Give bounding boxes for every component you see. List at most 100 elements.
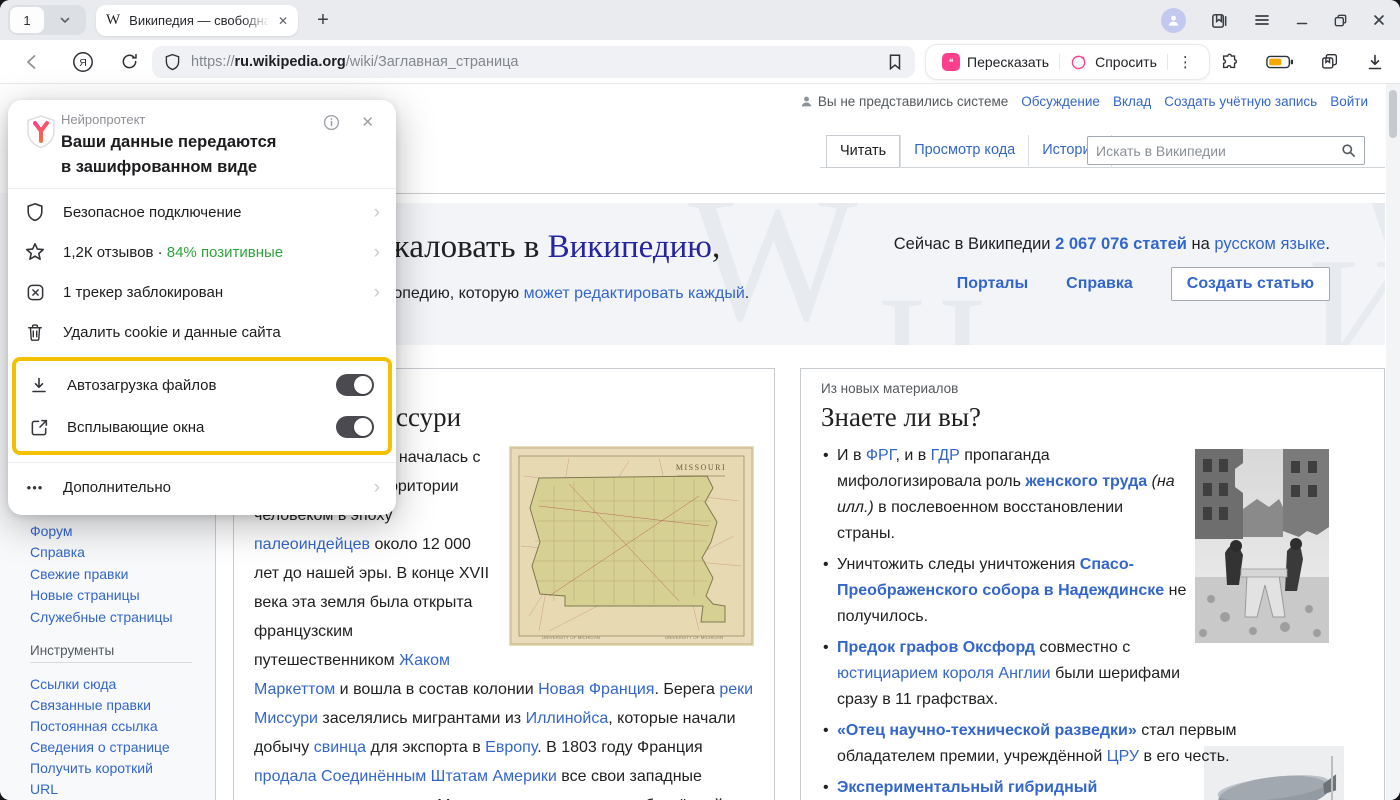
browser-window: 1 W Википедия — свободная энциклопедия ✕…	[0, 0, 1400, 800]
anyone-can-edit-link[interactable]: может редактировать каждый	[524, 285, 745, 302]
link-login[interactable]: Войти	[1330, 94, 1368, 109]
help-link[interactable]: Справка	[1066, 275, 1133, 293]
inline-link[interactable]: Европу	[485, 739, 537, 756]
tab-count-group[interactable]: 1	[8, 5, 86, 35]
inline-link[interactable]: Экспериментальный гибридный дирижабль	[837, 779, 1097, 800]
link-contributions[interactable]: Вклад	[1113, 94, 1151, 109]
sidebar-item-related-changes[interactable]: Связанные правки	[30, 695, 182, 716]
downloads-icon[interactable]	[1366, 53, 1384, 72]
sidebar-item-short-url[interactable]: Получить короткий URL	[30, 758, 182, 800]
sidebar-item-page-info[interactable]: Сведения о странице	[30, 737, 182, 758]
inline-link[interactable]: ФРГ	[866, 447, 896, 464]
maximize-button[interactable]	[1333, 13, 1348, 28]
tab-count-badge[interactable]: 1	[10, 7, 44, 33]
sidebar-item-permanent-link[interactable]: Постоянная ссылка	[30, 716, 182, 737]
bookmarks-panel-icon[interactable]	[1210, 11, 1229, 30]
inline-link[interactable]: свинца	[314, 739, 366, 756]
search-icon[interactable]	[1341, 143, 1356, 158]
link-create-account[interactable]: Создать учётную запись	[1164, 94, 1317, 109]
sidebar-nav: Форум Справка Свежие правки Новые страни…	[30, 521, 173, 628]
ai-more-icon[interactable]: ⋮	[1168, 53, 1203, 71]
inline-link[interactable]: Предок графов Оксфорд	[837, 639, 1035, 656]
delete-cookies-row[interactable]: Удалить cookie и данные сайта	[8, 312, 396, 352]
chevron-down-icon[interactable]	[44, 14, 86, 26]
reviews-row[interactable]: 1,2К отзывов · 84% позитивные ›	[8, 232, 396, 272]
sidebar-item-recent-changes[interactable]: Свежие правки	[30, 564, 173, 585]
profile-avatar[interactable]	[1161, 8, 1186, 33]
protect-shield-icon[interactable]	[164, 53, 181, 71]
inline-link[interactable]: женского труда	[1025, 473, 1147, 490]
inline-link[interactable]: продала Соединённым Штатам Америки	[254, 768, 557, 785]
inline-text: в послевоенном восстановлении страны.	[837, 499, 1123, 542]
did-you-know-box: Из новых материалов Знаете ли вы?	[800, 368, 1385, 800]
inline-link[interactable]: юстициарием короля Англии	[837, 665, 1051, 682]
chevron-right-icon: ›	[374, 283, 380, 302]
bookmark-flag-icon[interactable]	[887, 53, 903, 71]
auto-download-toggle[interactable]	[336, 374, 374, 396]
dyk-item: «Отец научно-технической разведки» стал …	[821, 718, 1257, 770]
inline-link[interactable]: «Отец научно-технической разведки»	[837, 722, 1137, 739]
tracker-blocked-row[interactable]: 1 трекер заблокирован ›	[8, 272, 396, 312]
page-scrollbar[interactable]	[1386, 84, 1400, 800]
tab-groups-icon[interactable]	[1320, 52, 1340, 72]
create-article-button[interactable]: Создать статью	[1171, 267, 1330, 301]
inline-link[interactable]: Иллинойса	[526, 710, 609, 727]
dyk-label: Из новых материалов	[821, 381, 1364, 396]
back-button[interactable]	[22, 52, 42, 72]
missouri-map-image[interactable]: MISSOURI UNIVERSITY OF MICHIGAN UNIVERSI…	[509, 446, 754, 646]
popups-toggle-row[interactable]: Всплывающие окна	[28, 406, 380, 448]
popup-divider	[8, 188, 396, 189]
menu-icon[interactable]	[1253, 11, 1271, 29]
address-bar[interactable]: https://ru.wikipedia.org/wiki/Заглавная_…	[152, 46, 915, 78]
retell-button[interactable]: ❝ Пересказать	[932, 53, 1059, 71]
reload-button[interactable]	[120, 52, 139, 71]
close-window-button[interactable]	[1372, 13, 1386, 27]
tab-view-source[interactable]: Просмотр кода	[900, 135, 1028, 168]
extensions-puzzle-icon[interactable]	[1220, 52, 1240, 72]
wikipedia-heading-link[interactable]: Википедию	[548, 229, 712, 265]
dyk-item: Предок графов Оксфорд совместно с юстици…	[821, 635, 1193, 713]
sidebar-item-forum[interactable]: Форум	[30, 521, 173, 542]
minimize-button[interactable]	[1295, 13, 1309, 27]
link-discussion[interactable]: Обсуждение	[1021, 94, 1100, 109]
dyk-item: Экспериментальный гибридный дирижабль (н…	[821, 775, 1126, 800]
ellipsis-icon: •••	[24, 480, 46, 495]
scrollbar-thumb[interactable]	[1389, 90, 1397, 138]
url-text: https://ru.wikipedia.org/wiki/Заглавная_…	[191, 54, 887, 70]
tab-read[interactable]: Читать	[826, 135, 900, 168]
page-tabs: Читать Просмотр кода История	[826, 135, 1112, 168]
sidebar-tools: Ссылки сюда Связанные правки Постоянная …	[30, 674, 182, 800]
auto-download-toggle-row[interactable]: Автозагрузка файлов	[28, 364, 380, 406]
battery-icon[interactable]	[1266, 54, 1294, 70]
sidebar-item-special-pages[interactable]: Служебные страницы	[30, 607, 173, 628]
wiki-search-box[interactable]	[1087, 136, 1365, 165]
ask-button[interactable]: Спросить	[1060, 53, 1167, 71]
inline-link[interactable]: ЦРУ	[1107, 748, 1139, 765]
secure-connection-row[interactable]: Безопасное подключение ›	[8, 192, 396, 232]
tab-close-icon[interactable]: ✕	[278, 14, 288, 28]
browser-toolbar: Я https://ru.wikipedia.org/wiki/Заглавна…	[0, 40, 1400, 84]
welcome-banner: W Н И W Добро пожаловать в Википедию, св…	[233, 203, 1385, 345]
browser-tab[interactable]: W Википедия — свободная энциклопедия ✕	[96, 5, 298, 36]
tab-title: Википедия — свободная энциклопедия	[129, 13, 274, 28]
article-count-line: Сейчас в Википедии 2 067 076 статей на р…	[894, 235, 1330, 254]
inline-text: около 12 000 лет до нашей эры. В конце X…	[254, 536, 489, 669]
yandex-services-icon[interactable]: Я	[72, 51, 94, 73]
wiki-search-input[interactable]	[1096, 143, 1341, 159]
portals-link[interactable]: Порталы	[957, 275, 1028, 293]
tab-bar: 1 W Википедия — свободная энциклопедия ✕…	[0, 0, 1400, 40]
inline-link[interactable]: Новая Франция	[538, 681, 654, 698]
more-options-row[interactable]: ••• Дополнительно ›	[8, 467, 396, 507]
sidebar-item-help[interactable]: Справка	[30, 542, 173, 563]
russian-language-link[interactable]: русском языке	[1214, 235, 1325, 253]
new-tab-button[interactable]: +	[308, 5, 338, 35]
inline-link[interactable]: ГДР	[931, 447, 960, 464]
postwar-women-photo[interactable]	[1195, 449, 1329, 643]
inline-link[interactable]: палеоиндейцев	[254, 536, 370, 553]
close-icon[interactable]: ✕	[361, 113, 374, 131]
sidebar-item-what-links-here[interactable]: Ссылки сюда	[30, 674, 182, 695]
popups-toggle[interactable]	[336, 416, 374, 438]
info-icon[interactable]	[323, 114, 340, 136]
sidebar-item-new-pages[interactable]: Новые страницы	[30, 585, 173, 606]
article-count-link[interactable]: 2 067 076 статей	[1055, 235, 1187, 253]
